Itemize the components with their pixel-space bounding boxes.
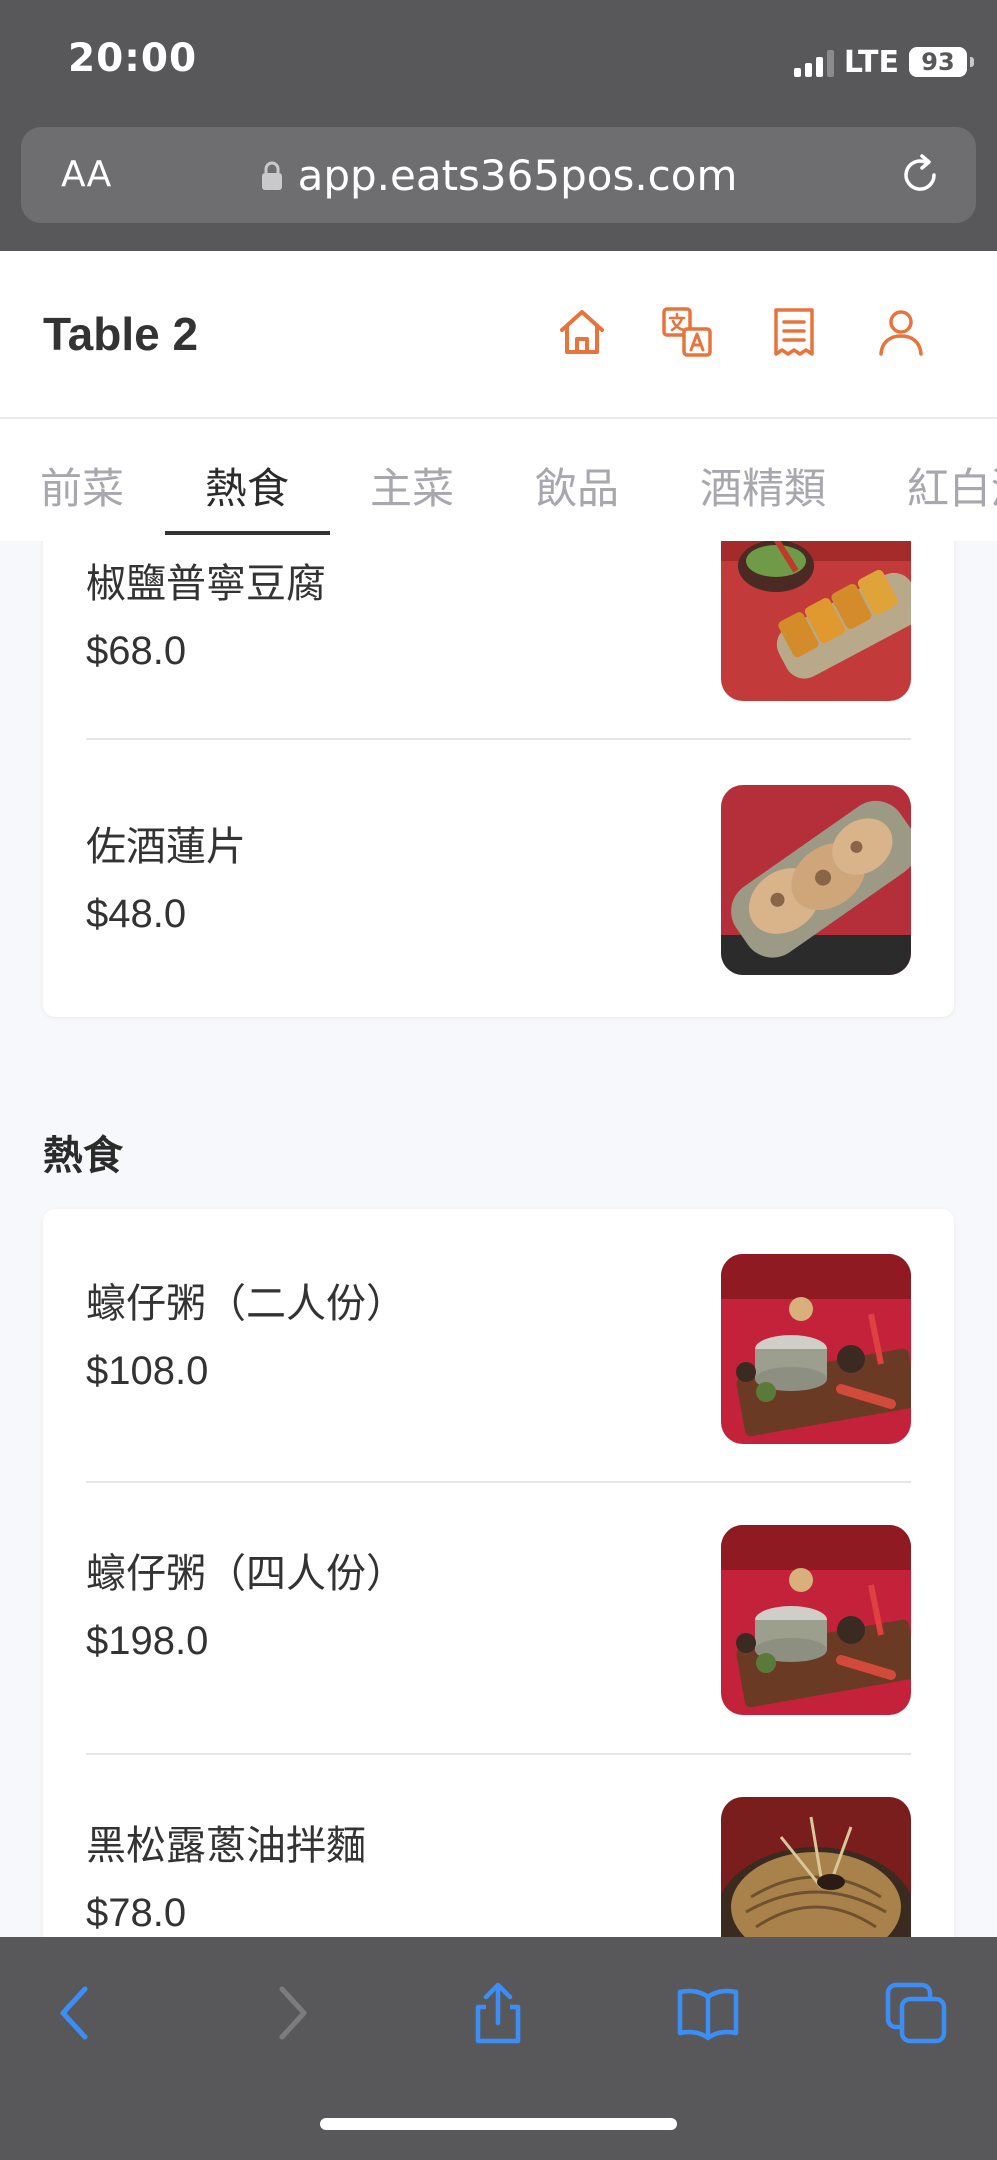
item-photo[interactable] [721, 785, 911, 975]
status-time: 20:00 [68, 36, 198, 81]
battery-level: 93 [921, 48, 955, 76]
battery-icon: 93 [909, 47, 974, 77]
bookmarks-icon[interactable] [676, 1981, 740, 2045]
receipt-icon[interactable] [767, 305, 821, 359]
item-price: $198.0 [86, 1619, 209, 1663]
menu-item[interactable]: 蠔仔粥（二人份） $108.0 [86, 1209, 911, 1481]
item-photo[interactable] [721, 1525, 911, 1715]
menu-list: 椒鹽普寧豆腐 $68.0 佐酒蓮片 $48.0 熱食 蠔仔粥（二人份） $108… [0, 541, 997, 1937]
menu-item[interactable]: 佐酒蓮片 $48.0 [86, 756, 911, 996]
item-price: $68.0 [86, 629, 187, 673]
user-icon[interactable] [874, 305, 928, 359]
status-indicators: LTE 93 [793, 42, 974, 82]
reload-icon[interactable] [898, 153, 942, 197]
tabs-icon[interactable] [884, 1981, 948, 2045]
item-name: 黑松露蔥油拌麵 [86, 1823, 366, 1869]
item-name: 佐酒蓮片 [86, 824, 246, 870]
url-display[interactable]: app.eats365pos.com [21, 151, 976, 200]
item-name: 蠔仔粥（二人份） [86, 1281, 406, 1327]
tab-hot-food[interactable]: 熱食 [205, 455, 289, 516]
tab-appetizers[interactable]: 前菜 [40, 455, 124, 516]
item-price: $108.0 [86, 1349, 209, 1393]
home-icon[interactable] [555, 305, 609, 359]
page-title: Table 2 [43, 308, 199, 360]
tab-alcohol[interactable]: 酒精類 [700, 455, 826, 516]
tab-wine[interactable]: 紅白酒 [907, 455, 997, 516]
address-bar[interactable]: AA app.eats365pos.com [21, 127, 976, 223]
item-photo[interactable] [721, 541, 911, 701]
divider [86, 738, 911, 740]
menu-item[interactable]: 蠔仔粥（四人份） $198.0 [86, 1483, 911, 1753]
item-photo[interactable] [721, 1797, 911, 1937]
lock-icon [261, 161, 282, 190]
forward-icon[interactable] [258, 1981, 322, 2045]
url-text: app.eats365pos.com [297, 151, 738, 200]
item-name: 蠔仔粥（四人份） [86, 1551, 406, 1597]
share-icon[interactable] [466, 1981, 530, 2045]
section-title: 熱食 [43, 1133, 123, 1179]
item-photo[interactable] [721, 1254, 911, 1444]
menu-card: 蠔仔粥（二人份） $108.0 蠔仔粥（四人份） $198.0 黑松露蔥油拌麵 … [43, 1209, 954, 1937]
item-name: 椒鹽普寧豆腐 [86, 561, 326, 607]
app-header: Table 2 [0, 251, 997, 419]
menu-card: 椒鹽普寧豆腐 $68.0 佐酒蓮片 $48.0 [43, 541, 954, 1017]
item-price: $48.0 [86, 892, 187, 936]
signal-icon [793, 47, 834, 77]
translate-icon[interactable] [660, 305, 714, 359]
active-tab-indicator [165, 531, 330, 535]
network-label: LTE [843, 44, 899, 80]
back-icon[interactable] [45, 1981, 109, 2045]
tab-main-dishes[interactable]: 主菜 [370, 455, 454, 516]
tab-drinks[interactable]: 飲品 [535, 455, 619, 516]
item-price: $78.0 [86, 1891, 187, 1935]
browser-top-bar: 20:00 LTE 93 AA app.eats365pos.com [0, 0, 997, 251]
home-indicator [320, 2118, 677, 2130]
category-tabs: 前菜 熱食 主菜 飲品 酒精類 紅白酒 [0, 419, 997, 541]
menu-item[interactable]: 椒鹽普寧豆腐 $68.0 [86, 541, 911, 723]
menu-item[interactable]: 黑松露蔥油拌麵 $78.0 [86, 1755, 911, 1937]
